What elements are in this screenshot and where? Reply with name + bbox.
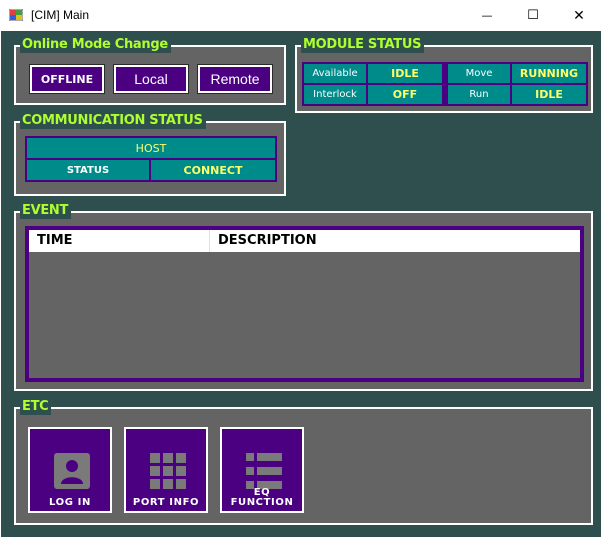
list-icon <box>246 453 282 489</box>
minimize-icon: — <box>481 9 493 22</box>
login-button[interactable]: LOG IN <box>28 427 112 513</box>
move-label: Move <box>448 64 510 83</box>
local-button[interactable]: Local <box>113 64 189 94</box>
close-button[interactable]: ✕ <box>556 0 602 31</box>
maximize-button[interactable]: ☐ <box>510 0 556 31</box>
login-label: LOG IN <box>49 497 91 508</box>
eq-function-label: EQ FUNCTION <box>230 487 294 508</box>
remote-button[interactable]: Remote <box>197 64 273 94</box>
event-group: EVENT TIME DESCRIPTION <box>14 203 593 391</box>
maximize-icon: ☐ <box>527 8 539 23</box>
event-title: EVENT <box>20 203 72 219</box>
close-icon: ✕ <box>573 7 585 24</box>
app-icon <box>9 9 23 21</box>
port-info-label: PORT INFO <box>132 497 200 508</box>
communication-status-table: HOST STATUS CONNECT <box>25 136 277 182</box>
etc-group: ETC LOG IN PORT INFO EQ FUNCTION <box>14 399 593 525</box>
connection-status-value: CONNECT <box>151 160 275 180</box>
status-label: STATUS <box>27 160 149 180</box>
window-titlebar: [CIM] Main — ☐ ✕ <box>0 0 602 31</box>
offline-button[interactable]: OFFLINE <box>29 64 105 94</box>
port-info-button[interactable]: PORT INFO <box>124 427 208 513</box>
module-status-table: Available IDLE Move RUNNING Interlock OF… <box>302 62 588 106</box>
column-header-description[interactable]: DESCRIPTION <box>209 230 580 252</box>
eq-function-button[interactable]: EQ FUNCTION <box>220 427 304 513</box>
online-mode-title: Online Mode Change <box>20 37 171 53</box>
interlock-value: OFF <box>368 85 442 104</box>
column-header-time[interactable]: TIME <box>29 230 209 252</box>
event-list[interactable]: TIME DESCRIPTION <box>29 230 580 378</box>
module-status-group: MODULE STATUS Available IDLE Move RUNNIN… <box>295 37 593 113</box>
available-label: Available <box>304 64 366 83</box>
event-list-frame: TIME DESCRIPTION <box>25 226 584 382</box>
minimize-button[interactable]: — <box>464 0 510 31</box>
run-value: IDLE <box>512 85 586 104</box>
main-client-area: Online Mode Change OFFLINE Local Remote … <box>1 31 601 537</box>
run-label: Run <box>448 85 510 104</box>
online-mode-group: Online Mode Change OFFLINE Local Remote <box>14 37 286 105</box>
interlock-label: Interlock <box>304 85 366 104</box>
etc-title: ETC <box>20 399 52 415</box>
window-title: [CIM] Main <box>31 8 90 22</box>
communication-status-group: COMMUNICATION STATUS HOST STATUS CONNECT <box>14 113 286 196</box>
event-list-header: TIME DESCRIPTION <box>29 230 580 252</box>
module-status-title: MODULE STATUS <box>301 37 425 53</box>
user-icon <box>54 453 90 489</box>
host-label: HOST <box>27 138 275 158</box>
communication-status-title: COMMUNICATION STATUS <box>20 113 206 129</box>
grid-icon <box>150 453 186 489</box>
available-value: IDLE <box>368 64 442 83</box>
move-value: RUNNING <box>512 64 586 83</box>
